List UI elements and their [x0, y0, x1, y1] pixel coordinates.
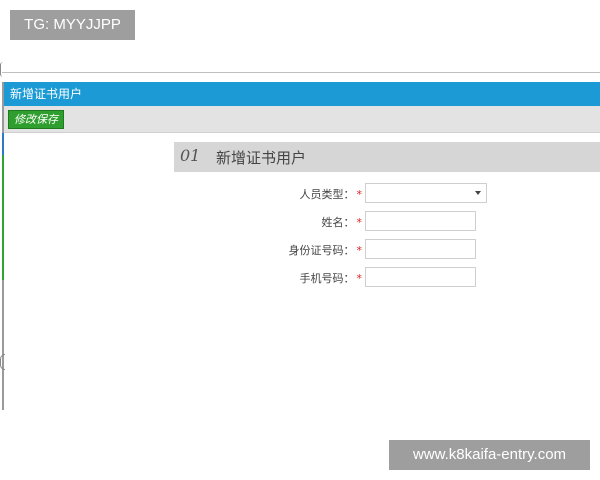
sidebar-strip-active	[2, 133, 4, 155]
toolbar: 修改保存	[4, 106, 600, 133]
section-number: 01	[180, 146, 201, 165]
section-header: 01 新增证书用户	[174, 142, 600, 172]
watermark-top-left: TG: MYYJJPP	[10, 10, 135, 40]
form-row-name: 姓名： *	[0, 211, 600, 233]
required-marker: *	[356, 188, 363, 201]
required-marker: *	[356, 244, 363, 257]
window-title: 新增证书用户	[10, 87, 83, 101]
chevron-down-icon	[475, 191, 481, 195]
save-button[interactable]: 修改保存	[8, 110, 64, 129]
window-edge-handle[interactable]	[0, 354, 5, 370]
id-number-input[interactable]	[365, 239, 476, 259]
form-row-id-number: 身份证号码： *	[0, 239, 600, 261]
person-type-label: 人员类型：	[299, 188, 355, 201]
phone-label: 手机号码：	[299, 272, 355, 285]
name-label: 姓名：	[321, 216, 355, 229]
field-label: 姓名： *	[322, 214, 363, 230]
id-number-label: 身份证号码：	[288, 244, 355, 257]
watermark-bottom-right: www.k8kaifa-entry.com	[389, 440, 590, 470]
field-label: 手机号码： *	[300, 270, 363, 286]
field-label: 人员类型： *	[300, 186, 363, 202]
field-label: 身份证号码： *	[289, 242, 363, 258]
window-title-bar: 新增证书用户	[4, 82, 600, 106]
person-type-select[interactable]	[365, 183, 487, 203]
phone-input[interactable]	[365, 267, 476, 287]
section-title: 新增证书用户	[216, 149, 307, 167]
name-input[interactable]	[365, 211, 476, 231]
required-marker: *	[356, 272, 363, 285]
form-row-phone: 手机号码： *	[0, 267, 600, 289]
form-row-person-type: 人员类型： *	[0, 183, 600, 205]
required-marker: *	[356, 216, 363, 229]
